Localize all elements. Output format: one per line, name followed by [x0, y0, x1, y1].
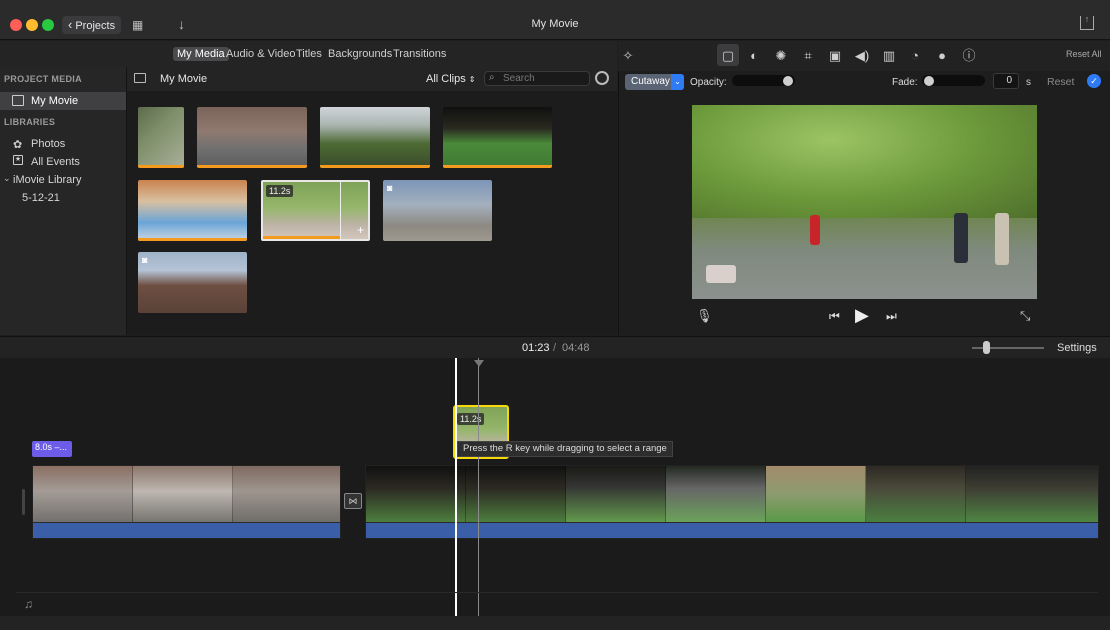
camera-icon: ◙	[142, 255, 148, 265]
current-time: 01:23	[522, 342, 550, 354]
tab-transitions[interactable]: Transitions	[389, 47, 450, 61]
search-input[interactable]: Search	[484, 71, 590, 86]
video-overlay-icon[interactable]: ▢	[719, 48, 737, 64]
sidebar-item-label: My Movie	[31, 95, 79, 107]
reset-all-button[interactable]: Reset All	[1066, 49, 1102, 59]
color-correction-icon[interactable]: ✺	[772, 48, 790, 64]
clip-filter-label: All Clips	[426, 73, 466, 85]
duration-badge: 11.2s	[457, 413, 485, 425]
project-media-header: PROJECT MEDIA	[4, 74, 82, 84]
volume-icon[interactable]: ◀)	[853, 48, 871, 64]
opacity-slider-knob[interactable]	[783, 76, 793, 86]
music-note-icon: ♫	[24, 597, 33, 611]
gear-icon[interactable]	[595, 71, 609, 85]
updown-chevron-icon: ⇕	[468, 75, 476, 84]
skip-back-icon[interactable]: ⏮	[829, 309, 840, 324]
media-thumbnail[interactable]: ◙	[383, 180, 492, 241]
skip-forward-icon[interactable]: ⏭	[886, 309, 897, 324]
transition-icon[interactable]: ⋈	[344, 493, 362, 509]
opacity-label: Opacity:	[690, 77, 727, 88]
tooltip: Press the R key while dragging to select…	[457, 441, 673, 457]
fullscreen-icon[interactable]: ⤡	[1020, 308, 1030, 324]
crop-icon[interactable]: ⌗	[799, 48, 817, 64]
media-thumbnail[interactable]: ◙	[138, 252, 247, 313]
tab-audio-video[interactable]: Audio & Video	[222, 47, 300, 61]
duration-badge: 11.2s	[266, 185, 294, 197]
color-balance-icon[interactable]: ◐	[745, 48, 763, 64]
photos-icon: ✿	[13, 139, 23, 151]
stabilization-icon[interactable]: ▣	[826, 48, 844, 64]
selected-media-thumbnail[interactable]: 11.2s +	[261, 180, 370, 241]
skimmer-marker-icon	[474, 360, 484, 367]
sidebar-item-photos[interactable]: Photos	[31, 138, 65, 150]
zoom-slider-knob[interactable]	[983, 341, 990, 354]
media-thumbnail[interactable]	[197, 107, 307, 168]
bottom-bar	[0, 616, 1110, 630]
info-icon[interactable]: ⓘ	[960, 48, 978, 64]
total-time: 04:48	[562, 342, 590, 354]
microphone-icon[interactable]: 🎙	[696, 308, 713, 324]
camera-icon: ◙	[387, 183, 393, 193]
overlay-mode-select[interactable]: Cutaway ⌄	[625, 74, 684, 90]
tab-my-media[interactable]: My Media	[173, 47, 229, 61]
time-separator: /	[553, 342, 557, 354]
sidebar-item-event-5-12-21[interactable]: 5-12-21	[22, 192, 60, 204]
tab-backgrounds[interactable]: Backgrounds	[324, 47, 396, 61]
overlay-mode-label: Cutaway	[631, 76, 670, 87]
chevron-down-icon: ⌄	[671, 74, 684, 90]
media-thumbnail[interactable]	[138, 107, 184, 168]
clip-filter-select[interactable]: All Clips ⇕	[426, 73, 476, 85]
film-icon	[12, 95, 24, 106]
browser-title: My Movie	[160, 73, 208, 85]
title-clip[interactable]: 8.0s –...	[32, 441, 72, 457]
filter-icon[interactable]: ●	[933, 48, 951, 64]
window-title: My Movie	[531, 18, 579, 30]
video-clip[interactable]	[32, 465, 341, 539]
star-icon: ★	[13, 155, 23, 165]
timeline-start-handle	[22, 489, 25, 515]
fade-unit-label: s	[1026, 77, 1031, 88]
magic-wand-icon[interactable]: ✧	[619, 48, 637, 64]
media-thumbnail[interactable]	[320, 107, 430, 168]
sidebar-item-imovie-library[interactable]: iMovie Library	[13, 174, 81, 186]
playhead[interactable]	[455, 358, 457, 616]
fade-slider-knob[interactable]	[924, 76, 934, 86]
disclosure-chevron-icon[interactable]: ⌄	[3, 173, 11, 184]
sidebar-toggle-icon[interactable]	[134, 73, 146, 83]
music-track[interactable]	[16, 592, 1098, 614]
search-icon: ⌕	[489, 72, 495, 83]
timeline-settings-button[interactable]: Settings	[1057, 342, 1097, 354]
play-icon[interactable]: ▶	[855, 305, 869, 326]
media-thumbnail[interactable]	[443, 107, 552, 168]
speed-icon[interactable]: ◔	[906, 48, 924, 64]
skimmer-line	[478, 358, 479, 616]
libraries-header: LIBRARIES	[4, 117, 56, 127]
video-clip[interactable]	[365, 465, 1099, 539]
sidebar-item-all-events[interactable]: All Events	[31, 156, 80, 168]
share-icon[interactable]: ↑	[1080, 15, 1094, 30]
fade-label: Fade:	[892, 77, 918, 88]
add-clip-icon[interactable]: +	[357, 224, 364, 236]
fade-duration-input[interactable]: 0	[993, 73, 1019, 89]
media-thumbnail[interactable]	[138, 180, 247, 241]
tab-titles[interactable]: Titles	[292, 47, 326, 61]
apply-checkmark-icon[interactable]: ✓	[1087, 74, 1101, 88]
equalizer-icon[interactable]: ▥	[880, 48, 898, 64]
reset-button[interactable]: Reset	[1047, 76, 1074, 88]
video-preview	[692, 105, 1037, 299]
